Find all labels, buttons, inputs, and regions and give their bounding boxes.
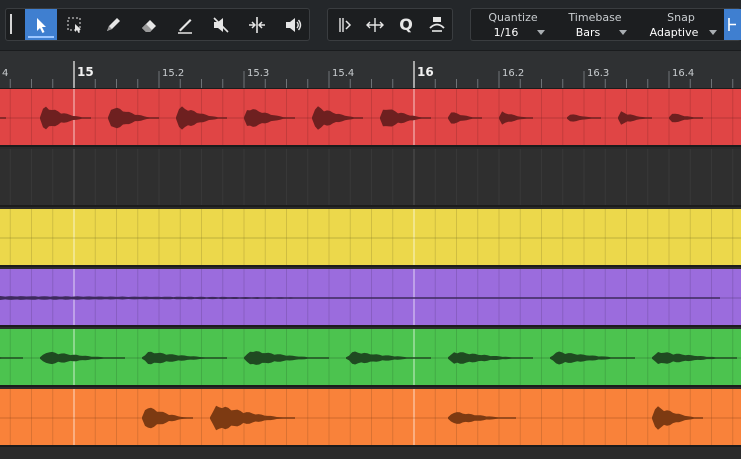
waveform bbox=[142, 407, 193, 429]
bend-icon bbox=[339, 17, 352, 32]
snap-label: Snap bbox=[667, 11, 695, 24]
snap-icon bbox=[728, 18, 736, 31]
listen-tool[interactable] bbox=[277, 9, 309, 40]
waveform bbox=[0, 117, 6, 119]
arrange-view[interactable] bbox=[0, 89, 741, 459]
track-lane bbox=[0, 89, 741, 145]
snap-value: Adaptive bbox=[649, 26, 699, 39]
arrow-tool[interactable] bbox=[25, 9, 57, 40]
mute-icon bbox=[213, 16, 229, 33]
waveform bbox=[40, 106, 91, 130]
chevron-down-icon bbox=[709, 30, 717, 35]
timebase-label: Timebase bbox=[568, 11, 622, 24]
waveform bbox=[550, 351, 635, 365]
ruler-label: 15.3 bbox=[247, 68, 269, 79]
waveform bbox=[652, 352, 737, 364]
ruler-label: 15.4 bbox=[332, 68, 354, 79]
waveform bbox=[142, 351, 227, 365]
range-select-icon bbox=[67, 17, 81, 33]
chevron-down-icon bbox=[537, 30, 545, 35]
quantize-field[interactable]: Quantize 1/16 bbox=[477, 9, 549, 40]
track-yellow[interactable] bbox=[0, 209, 741, 267]
tool-group-edge bbox=[10, 14, 12, 34]
eraser-tool[interactable] bbox=[133, 9, 165, 40]
ruler-label: 4 bbox=[2, 68, 8, 79]
quantize-value: 1/16 bbox=[493, 26, 519, 39]
track-red[interactable] bbox=[0, 89, 741, 147]
track-lane bbox=[9, 149, 734, 205]
cursor-arrow-icon bbox=[37, 17, 46, 33]
waveform bbox=[346, 351, 431, 365]
ruler-label: 15 bbox=[77, 65, 94, 79]
settings-group: Quantize 1/16 Timebase Bars Snap Adaptiv… bbox=[470, 8, 741, 41]
snap-toggle-button[interactable] bbox=[724, 9, 741, 40]
ruler-label: 16.3 bbox=[587, 68, 609, 79]
track-lane bbox=[0, 389, 741, 445]
waveform bbox=[499, 111, 533, 125]
waveform bbox=[108, 107, 159, 129]
paint-tool[interactable] bbox=[97, 9, 129, 40]
range-tool[interactable] bbox=[59, 9, 91, 40]
draw-tool[interactable] bbox=[169, 9, 201, 40]
timebase-value: Bars bbox=[575, 26, 601, 39]
pencil-icon bbox=[107, 17, 120, 31]
waveform bbox=[669, 113, 703, 123]
bend-marker-tool[interactable] bbox=[329, 9, 361, 40]
chevron-down-icon bbox=[619, 30, 627, 35]
q-icon: Q bbox=[399, 15, 413, 34]
waveform bbox=[312, 106, 363, 130]
ruler-label: 15.2 bbox=[162, 68, 184, 79]
ruler-label: 16.4 bbox=[672, 68, 694, 79]
waveform bbox=[244, 109, 295, 127]
loop-icon bbox=[429, 16, 445, 32]
timeline-ruler[interactable]: 4 15 15.2 15.3 15.4 16 16.2 16.3 16.4 bbox=[0, 51, 741, 89]
mute-tool[interactable] bbox=[205, 9, 237, 40]
line-draw-icon bbox=[178, 18, 192, 34]
track-purple[interactable] bbox=[0, 269, 741, 327]
split-tool[interactable] bbox=[241, 9, 273, 40]
waveform bbox=[0, 296, 720, 300]
waveform bbox=[380, 109, 431, 127]
track-lane bbox=[0, 329, 741, 385]
waveform bbox=[448, 112, 482, 124]
waveform bbox=[210, 405, 295, 431]
snap-field[interactable]: Snap Adaptive bbox=[641, 9, 721, 40]
stretch-tool[interactable] bbox=[359, 9, 391, 40]
waveform bbox=[652, 406, 703, 430]
waveform bbox=[0, 357, 23, 359]
ruler-label: 16 bbox=[417, 65, 434, 79]
split-icon bbox=[249, 16, 265, 33]
track-green[interactable] bbox=[0, 329, 741, 387]
edit-tool-group: Q bbox=[327, 8, 453, 41]
waveform bbox=[448, 412, 516, 424]
ruler-ticks: 4 15 15.2 15.3 15.4 16 16.2 16.3 16.4 bbox=[2, 61, 734, 88]
ruler-label: 16.2 bbox=[502, 68, 524, 79]
waveform bbox=[618, 111, 652, 125]
track-orange[interactable] bbox=[0, 389, 741, 447]
loop-tool[interactable] bbox=[421, 9, 453, 40]
waveform bbox=[40, 351, 125, 365]
tool-group bbox=[5, 8, 310, 41]
speaker-icon bbox=[286, 17, 302, 32]
quantize-tool[interactable]: Q bbox=[390, 9, 422, 40]
track-lane bbox=[0, 209, 741, 265]
toolbar: Q Quantize 1/16 Timebase Bars Snap Adapt… bbox=[0, 0, 741, 51]
quantize-label: Quantize bbox=[488, 11, 538, 24]
eraser-icon bbox=[142, 19, 156, 32]
timebase-field[interactable]: Timebase Bars bbox=[559, 9, 631, 40]
track-empty[interactable] bbox=[0, 149, 741, 207]
stretch-icon bbox=[366, 17, 384, 32]
track-lane bbox=[0, 269, 741, 325]
